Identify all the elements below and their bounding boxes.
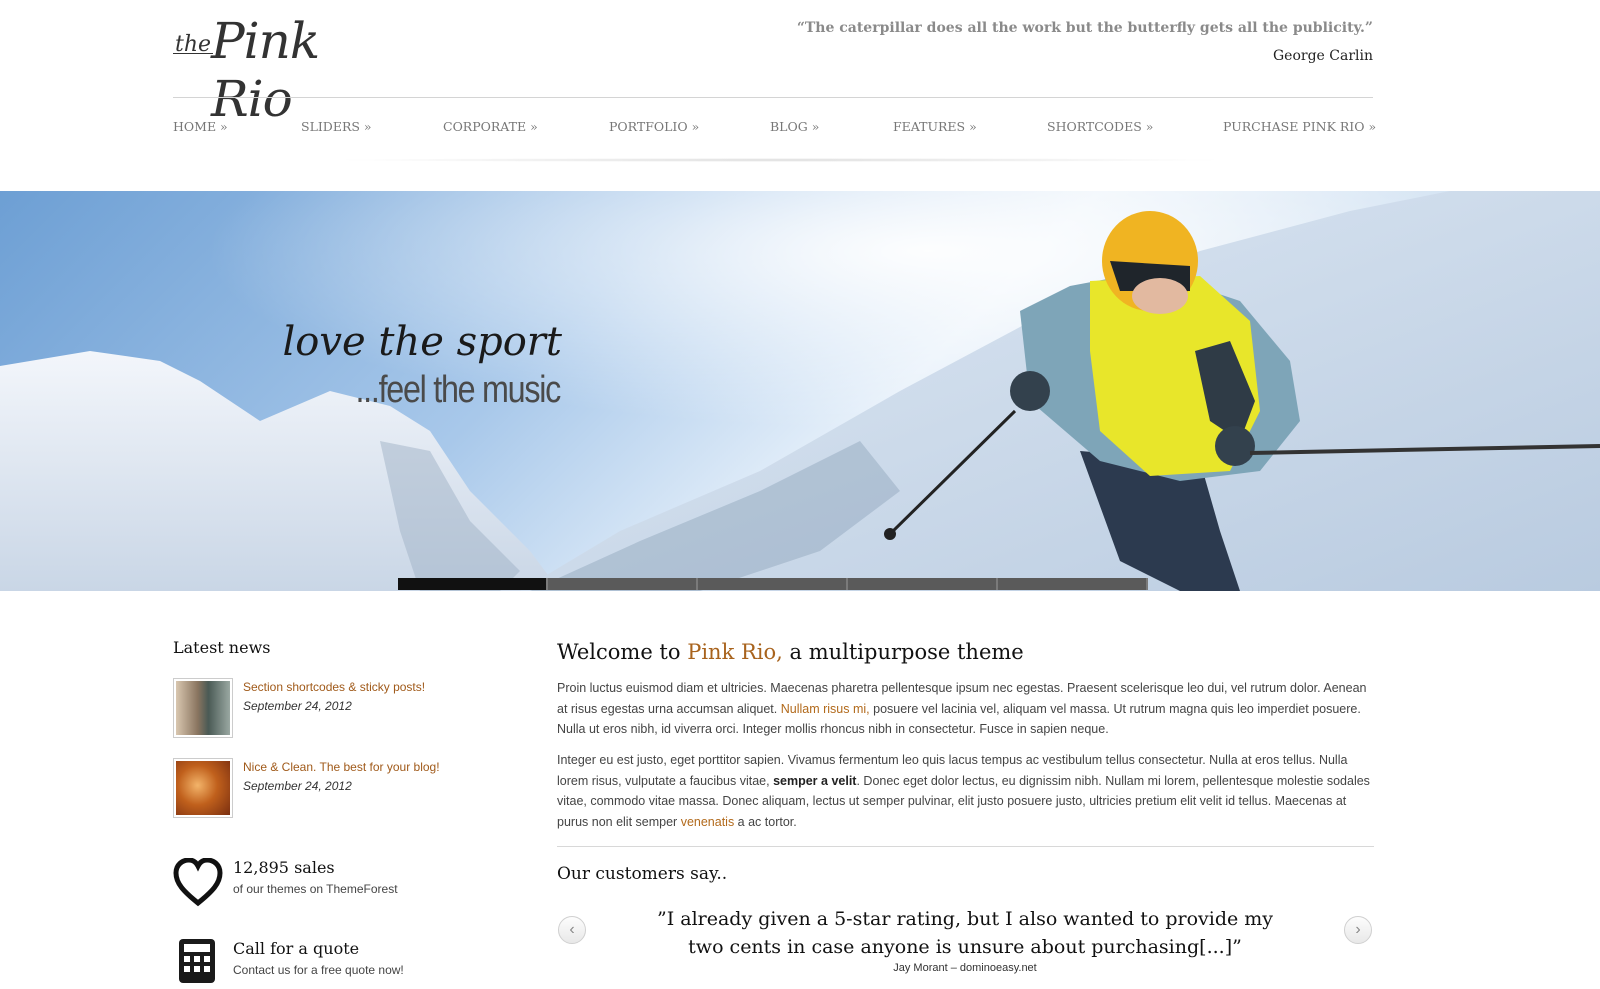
slider-dot-5[interactable] xyxy=(998,578,1148,590)
slider-pager xyxy=(398,578,1148,590)
news-thumbnail[interactable] xyxy=(173,678,233,738)
nav-purchase[interactable]: PURCHASE PINK RIO » xyxy=(1223,119,1376,134)
slider-dot-3[interactable] xyxy=(698,578,848,590)
nav-shortcodes[interactable]: SHORTCODES » xyxy=(1047,119,1153,134)
site-logo[interactable]: the Pink Rio xyxy=(173,10,383,128)
nav-sliders[interactable]: SLIDERS » xyxy=(301,119,372,134)
nav-shadow xyxy=(330,158,1230,162)
nav-blog[interactable]: BLOG » xyxy=(770,119,819,134)
sales-caption: of our themes on ThemeForest xyxy=(233,882,398,896)
nav-portfolio[interactable]: PORTFOLIO » xyxy=(609,119,699,134)
testimonial-author: Jay Morant – dominoeasy.net xyxy=(893,962,1037,974)
news-title-link[interactable]: Section shortcodes & sticky posts! xyxy=(243,680,425,694)
chevron-left-icon[interactable]: ‹ xyxy=(558,916,586,944)
quote-title: Call for a quote xyxy=(233,939,360,958)
content-divider xyxy=(557,846,1374,847)
chevron-right-icon[interactable]: › xyxy=(1344,916,1372,944)
slider-dot-4[interactable] xyxy=(848,578,998,590)
nav-features[interactable]: FEATURES » xyxy=(893,119,977,134)
nav-corporate[interactable]: CORPORATE » xyxy=(443,119,538,134)
main-nav: HOME » SLIDERS » CORPORATE » PORTFOLIO »… xyxy=(173,119,1376,139)
quote-caption: Contact us for a free quote now! xyxy=(233,963,404,977)
slide-title: love the sport xyxy=(282,319,563,365)
slide-subtitle: ...feel the music xyxy=(355,369,561,411)
para1-link[interactable]: Nullam risus mi, xyxy=(781,702,870,716)
customers-heading: Our customers say.. xyxy=(557,864,728,884)
logo-name: Pink Rio xyxy=(211,12,320,128)
welcome-paragraph-1: Proin luctus euismod diam et ultricies. … xyxy=(557,678,1374,740)
latest-news-heading: Latest news xyxy=(173,638,271,657)
news-title-link[interactable]: Nice & Clean. The best for your blog! xyxy=(243,760,440,774)
news-item: Section shortcodes & sticky posts! Septe… xyxy=(173,678,513,742)
header-divider xyxy=(173,97,1373,98)
news-item: Nice & Clean. The best for your blog! Se… xyxy=(173,758,513,822)
nav-home[interactable]: HOME » xyxy=(173,119,228,134)
para2-bold: semper a velit xyxy=(773,773,857,788)
welcome-heading: Welcome to Pink Rio, a multipurpose them… xyxy=(557,640,1024,664)
welcome-suffix: a multipurpose theme xyxy=(782,640,1024,664)
para2-link[interactable]: venenatis xyxy=(681,815,735,829)
news-thumbnail[interactable] xyxy=(173,758,233,818)
testimonial-quote: ”I already given a 5-star rating, but I … xyxy=(656,908,1274,958)
welcome-paragraph-2: Integer eu est justo, eget porttitor sap… xyxy=(557,750,1374,832)
hero-slider[interactable]: love the sport ...feel the music xyxy=(0,191,1600,591)
news-date: September 24, 2012 xyxy=(243,779,352,793)
news-date: September 24, 2012 xyxy=(243,699,352,713)
sales-count: 12,895 sales xyxy=(233,858,335,877)
header-quote-author: George Carlin xyxy=(1272,48,1373,64)
slider-dot-1[interactable] xyxy=(398,578,548,590)
calculator-icon xyxy=(179,939,215,983)
welcome-prefix: Welcome to xyxy=(557,640,688,664)
header-quote: “The caterpillar does all the work but t… xyxy=(796,20,1373,36)
welcome-brand: Pink Rio, xyxy=(687,640,783,664)
slider-dot-2[interactable] xyxy=(548,578,698,590)
logo-underline xyxy=(173,53,213,54)
heart-icon xyxy=(173,858,223,907)
para2-text-c: a ac tortor. xyxy=(734,814,797,829)
